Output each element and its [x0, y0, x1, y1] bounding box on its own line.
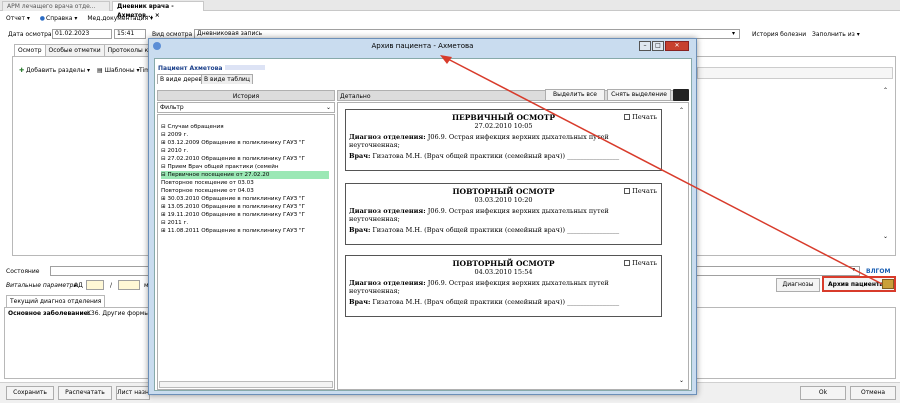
- annotation-arrow: [440, 55, 883, 285]
